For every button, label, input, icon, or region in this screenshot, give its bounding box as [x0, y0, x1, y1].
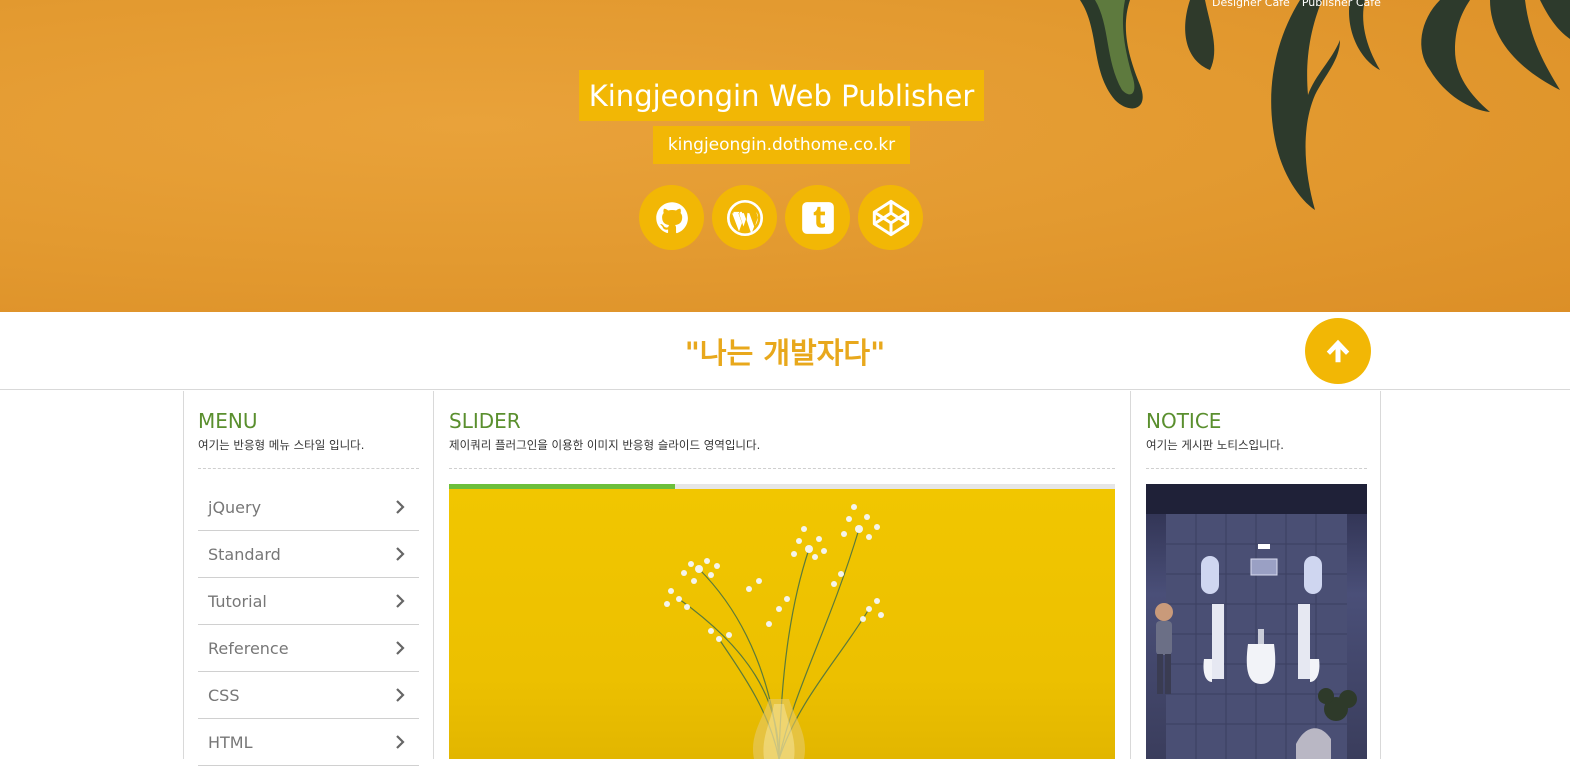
- menu-item-label: jQuery: [208, 497, 262, 517]
- restroom-illustration: [1146, 484, 1367, 759]
- notice-title: NOTICE: [1146, 409, 1222, 433]
- chevron-right-icon: [396, 500, 405, 514]
- codepen-icon: [872, 199, 909, 236]
- menu-item-standard[interactable]: Standard: [198, 531, 419, 578]
- header-banner: Designer Cafe Publisher Cafe Kingjeongin…: [0, 0, 1570, 312]
- wordpress-icon: [726, 199, 763, 236]
- divider: [449, 468, 1115, 469]
- chevron-right-icon: [396, 547, 405, 561]
- chevron-right-icon: [396, 641, 405, 655]
- menu-desc: 여기는 반응형 메뉴 스타일 입니다.: [198, 438, 365, 452]
- notice-image[interactable]: [1146, 484, 1367, 759]
- top-link-designer-cafe[interactable]: Designer Cafe: [1212, 0, 1290, 9]
- chevron-right-icon: [396, 688, 405, 702]
- top-link-publisher-cafe[interactable]: Publisher Cafe: [1302, 0, 1381, 9]
- menu-item-label: Standard: [208, 544, 281, 564]
- slider-column: SLIDER 제이쿼리 플러그인을 이용한 이미지 반응형 슬라이드 영역입니다…: [435, 391, 1131, 759]
- tumblr-button[interactable]: [785, 185, 850, 250]
- arrow-up-icon: [1326, 339, 1350, 363]
- menu-item-tutorial[interactable]: Tutorial: [198, 578, 419, 625]
- quote-bar: "나는 개발자다": [0, 312, 1570, 390]
- wordpress-button[interactable]: [712, 185, 777, 250]
- menu-item-reference[interactable]: Reference: [198, 625, 419, 672]
- social-links: [639, 185, 923, 250]
- github-icon: [655, 201, 688, 233]
- menu-item-css[interactable]: CSS: [198, 672, 419, 719]
- site-url[interactable]: kingjeongin.dothome.co.kr: [653, 126, 910, 164]
- divider: [1146, 468, 1367, 469]
- menu-title: MENU: [198, 409, 258, 433]
- leaf-decoration: [1080, 0, 1570, 210]
- menu-column: MENU 여기는 반응형 메뉴 스타일 입니다. jQuery Standard…: [184, 391, 434, 766]
- codepen-button[interactable]: [858, 185, 923, 250]
- menu-item-label: HTML: [208, 732, 253, 752]
- chevron-right-icon: [396, 594, 405, 608]
- tumblr-icon: [801, 201, 834, 234]
- main-content: MENU 여기는 반응형 메뉴 스타일 입니다. jQuery Standard…: [183, 391, 1381, 766]
- notice-column: NOTICE 여기는 게시판 노티스입니다.: [1132, 391, 1381, 759]
- github-button[interactable]: [639, 185, 704, 250]
- menu-item-label: CSS: [208, 685, 240, 705]
- divider: [198, 468, 419, 469]
- site-title: Kingjeongin Web Publisher: [579, 70, 984, 121]
- chevron-right-icon: [396, 735, 405, 749]
- scroll-top-button[interactable]: [1305, 318, 1371, 384]
- menu-item-jquery[interactable]: jQuery: [198, 484, 419, 531]
- top-links: Designer Cafe Publisher Cafe: [1212, 0, 1381, 9]
- slider-desc: 제이쿼리 플러그인을 이용한 이미지 반응형 슬라이드 영역입니다.: [449, 438, 761, 452]
- notice-desc: 여기는 게시판 노티스입니다.: [1146, 438, 1284, 452]
- flower-vase-image: [664, 504, 884, 759]
- menu-item-label: Tutorial: [208, 591, 267, 611]
- menu-item-label: Reference: [208, 638, 289, 658]
- slider-title: SLIDER: [449, 409, 521, 433]
- menu-list: jQuery Standard Tutorial Reference CSS H…: [198, 484, 419, 766]
- slider-image[interactable]: [449, 489, 1115, 759]
